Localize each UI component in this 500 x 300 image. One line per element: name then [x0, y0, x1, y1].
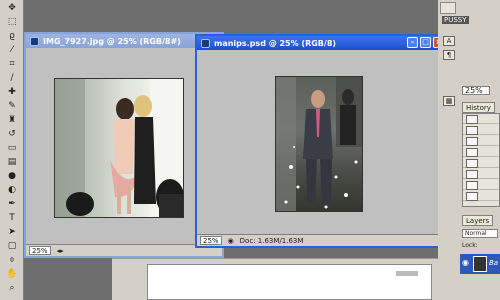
- nav-arrow-icon[interactable]: ◉: [228, 237, 234, 245]
- history-list: [462, 113, 500, 207]
- canvas-area[interactable]: [197, 50, 446, 234]
- history-tab[interactable]: History: [462, 102, 495, 113]
- history-item[interactable]: [463, 114, 499, 124]
- lasso-icon[interactable]: ϱ: [4, 31, 20, 42]
- doc-size-info: Doc: 1.63M/1.63M: [239, 236, 304, 245]
- tools-palette: ✥ ⬚ ϱ ⁄ ⌗ ∕ ✚ ✎ ♜ ↺ ▭ ▤ ● ◐ ✒ T ➤ ▢ ⌽ ✋ …: [0, 0, 24, 300]
- window-title: manips.psd @ 25% (RGB/8): [214, 38, 337, 48]
- document-window-img7927[interactable]: IMG_7927.jpg @ 25% (RGB/8#) 25% ◂▸: [24, 32, 224, 258]
- navigator-zoom-field[interactable]: 25%: [462, 86, 490, 95]
- photo-image: [275, 76, 363, 212]
- ps-doc-icon: [201, 38, 210, 48]
- zoom-field[interactable]: 25%: [200, 236, 222, 245]
- blur-icon[interactable]: ●: [4, 171, 20, 182]
- layer-thumbnail: [473, 256, 487, 272]
- lock-label: Lock:: [462, 242, 478, 249]
- crop-icon[interactable]: ⌗: [4, 59, 20, 70]
- history-item[interactable]: [463, 136, 499, 146]
- document-window-manips[interactable]: manips.psd @ 25% (RGB/8) – □ ×: [195, 34, 448, 248]
- gradient-icon[interactable]: ▤: [4, 157, 20, 168]
- status-bar: 25% ◉ Doc: 1.63M/1.63M: [197, 234, 446, 246]
- history-brush-icon[interactable]: ↺: [4, 129, 20, 140]
- brush-icon[interactable]: ✎: [4, 101, 20, 112]
- history-item[interactable]: [463, 191, 499, 201]
- canvas-area[interactable]: [26, 48, 222, 244]
- path-select-icon[interactable]: ➤: [4, 227, 20, 238]
- pen-icon[interactable]: ✒: [4, 199, 20, 210]
- window-title: IMG_7927.jpg @ 25% (RGB/8#): [43, 36, 181, 46]
- title-bar[interactable]: IMG_7927.jpg @ 25% (RGB/8#): [26, 34, 222, 48]
- eye-icon[interactable]: ◉: [462, 258, 469, 267]
- stamp-icon[interactable]: ♜: [4, 115, 20, 126]
- magic-wand-icon[interactable]: ⁄: [4, 45, 20, 56]
- brush-preset-icon[interactable]: [440, 2, 456, 14]
- hand-icon[interactable]: ✋: [4, 269, 20, 280]
- title-bar-active[interactable]: manips.psd @ 25% (RGB/8) – □ ×: [197, 36, 446, 50]
- zoom-field[interactable]: 25%: [29, 246, 51, 255]
- marquee-icon[interactable]: ⬚: [4, 17, 20, 28]
- history-item[interactable]: [463, 169, 499, 179]
- eyedropper-icon[interactable]: ⌽: [4, 255, 20, 266]
- lower-document-canvas[interactable]: [147, 264, 432, 300]
- shape-icon[interactable]: ▢: [4, 241, 20, 252]
- history-item[interactable]: [463, 158, 499, 168]
- maximize-icon[interactable]: □: [420, 37, 431, 48]
- layer-comp-icon[interactable]: ▦: [443, 96, 455, 106]
- page-badge: [396, 271, 418, 276]
- slice-icon[interactable]: ∕: [4, 73, 20, 84]
- photo-figures: [55, 79, 183, 217]
- nav-arrow-icon[interactable]: ◂▸: [57, 247, 64, 255]
- layers-tab[interactable]: Layers: [462, 215, 494, 226]
- eraser-icon[interactable]: ▭: [4, 143, 20, 154]
- layer-row-background[interactable]: ◉ Ba: [460, 254, 500, 274]
- blend-mode-select[interactable]: Normal: [462, 229, 498, 238]
- zoom-icon[interactable]: ⌕: [4, 283, 20, 294]
- move-icon[interactable]: ✥: [4, 3, 20, 14]
- history-item[interactable]: [463, 180, 499, 190]
- paragraph-icon[interactable]: ¶: [443, 50, 455, 60]
- ps-doc-icon: [30, 36, 39, 46]
- dodge-icon[interactable]: ◐: [4, 185, 20, 196]
- minimize-icon[interactable]: –: [407, 37, 418, 48]
- healing-icon[interactable]: ✚: [4, 87, 20, 98]
- layer-name: Ba: [489, 259, 499, 267]
- history-item[interactable]: [463, 147, 499, 157]
- photo-image: [54, 78, 184, 218]
- photo-figures: [276, 77, 362, 211]
- type-icon[interactable]: T: [4, 213, 20, 224]
- history-item[interactable]: [463, 125, 499, 135]
- type-tool-icon[interactable]: A: [443, 36, 455, 46]
- brush-label: PUSSY: [442, 16, 469, 24]
- right-panel-dock: PUSSY A ¶ ▦ 25% History Layers Normal Lo…: [438, 0, 500, 300]
- status-bar: 25% ◂▸: [26, 244, 222, 256]
